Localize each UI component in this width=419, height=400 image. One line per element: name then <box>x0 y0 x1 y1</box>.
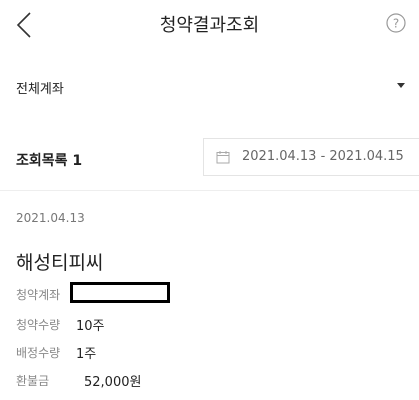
divider <box>0 190 419 191</box>
subscription-qty-label: 청약수량 <box>16 318 61 332</box>
result-date: 2021.04.13 <box>16 211 85 225</box>
account-filter-dropdown[interactable]: 전체계좌 <box>0 66 419 106</box>
allocation-qty-value: 1주 <box>76 347 97 362</box>
page-title: 청약결과조회 <box>159 15 260 36</box>
app-header: 청약결과조회 ? <box>0 0 419 50</box>
refund-label: 환불금 <box>16 374 50 388</box>
redacted-account-number <box>70 282 170 303</box>
date-range-text: 2021.04.13 - 2021.04.15 <box>242 149 404 164</box>
subscription-qty-value: 10주 <box>76 319 105 334</box>
question-circle-icon[interactable]: ? <box>386 13 406 33</box>
account-filter-label: 전체계좌 <box>16 82 64 97</box>
list-title: 조회목록 1 <box>16 153 83 169</box>
refund-value: 52,000원 <box>84 375 142 390</box>
subscription-account-label: 청약계좌 <box>16 288 61 302</box>
date-range-picker[interactable]: 2021.04.13 - 2021.04.15 <box>203 138 419 176</box>
svg-text:?: ? <box>393 17 399 31</box>
calendar-icon <box>216 151 230 164</box>
caret-down-icon <box>397 83 405 88</box>
company-name: 해성티피씨 <box>16 252 104 274</box>
allocation-qty-label: 배정수량 <box>16 346 61 360</box>
